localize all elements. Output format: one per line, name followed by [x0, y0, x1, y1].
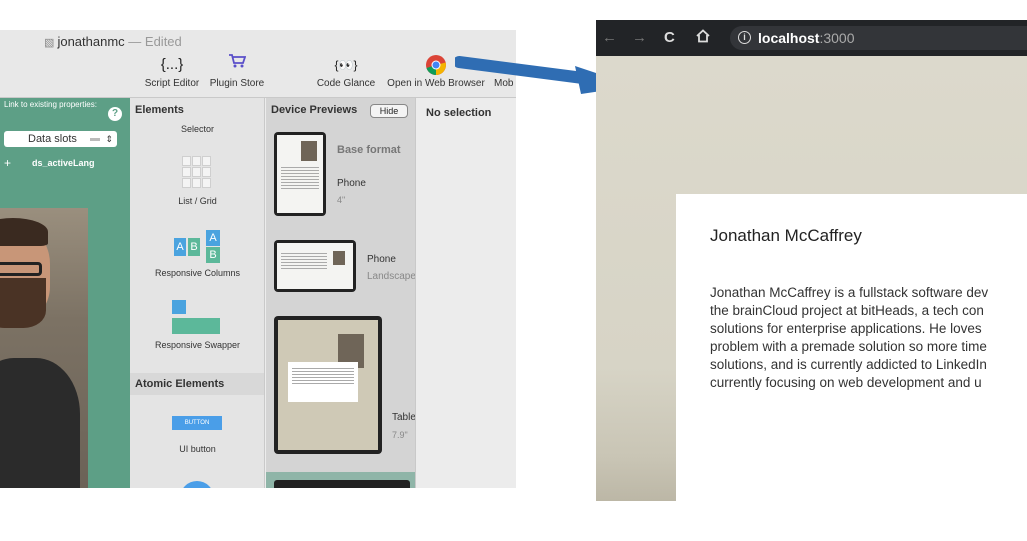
document-icon: ▧ — [44, 37, 58, 49]
plugin-store-button[interactable]: Plugin Store — [206, 52, 268, 89]
device-type-phone: Phone — [337, 178, 366, 189]
code-glance-icon: {👀} — [334, 58, 358, 72]
selector-element[interactable]: Selector — [130, 124, 265, 134]
responsive-swapper-icon[interactable] — [172, 300, 222, 334]
list-grid-element[interactable]: List / Grid — [130, 196, 265, 206]
phone-portrait-preview[interactable] — [274, 132, 326, 216]
home-icon[interactable] — [696, 29, 710, 47]
tablet-preview[interactable] — [274, 316, 382, 454]
edited-status: — Edited — [128, 34, 182, 49]
browser-window: ← → C i localhost:3000 Jonathan McCaffre… — [596, 20, 1027, 501]
forward-arrow-icon[interactable]: → — [632, 29, 647, 46]
ui-button-element[interactable]: UI button — [130, 444, 265, 454]
profile-name: Jonathan McCaffrey — [710, 226, 862, 245]
url-text: localhost:3000 — [758, 30, 855, 46]
profile-card: Jonathan McCaffrey Jonathan McCaffrey is… — [676, 194, 1027, 501]
bio-line: the brainCloud project at bitHeads, a te… — [710, 303, 984, 318]
data-slots-select[interactable]: Data slots ⇕ — [4, 131, 117, 147]
script-editor-label: Script Editor — [144, 78, 200, 89]
slot-swatch — [90, 138, 100, 141]
address-bar[interactable]: i localhost:3000 — [730, 26, 1027, 50]
atomic-elements-title: Atomic Elements — [135, 378, 225, 390]
hide-previews-button[interactable]: Hide — [370, 104, 408, 118]
device-name-tablet: Table — [392, 412, 416, 423]
device-previews-panel: Device Previews Hide Base format Phone 4… — [266, 98, 416, 488]
profile-photo — [0, 208, 88, 488]
reload-icon[interactable]: C — [664, 29, 675, 46]
device-previews-title: Device Previews — [271, 104, 358, 116]
url-port: :3000 — [819, 30, 855, 46]
stepper-icon: ⇕ — [105, 134, 113, 144]
browser-toolbar: ← → C i localhost:3000 — [596, 20, 1027, 56]
preview-selected-row[interactable] — [266, 472, 415, 488]
slot-item-active-lang[interactable]: ds_activeLang — [32, 158, 95, 168]
device-type-landscape: Landscape — [367, 271, 416, 282]
page-background: Jonathan McCaffrey Jonathan McCaffrey is… — [596, 56, 1027, 501]
no-selection-title: No selection — [426, 107, 492, 119]
help-icon[interactable]: ? — [108, 107, 122, 121]
cart-icon — [206, 52, 268, 78]
info-icon[interactable]: i — [738, 31, 751, 44]
script-editor-button[interactable]: {...} Script Editor — [140, 52, 204, 89]
code-glance-label: Code Glance — [316, 78, 376, 89]
responsive-swapper-element[interactable]: Responsive Swapper — [130, 340, 265, 350]
device-name-phone: Phone — [367, 254, 396, 265]
link-properties-header: Link to existing properties: — [4, 100, 97, 109]
data-slots-value: Data slots — [28, 133, 77, 145]
list-grid-icon[interactable] — [182, 156, 212, 188]
bio-line: Jonathan McCaffrey is a fullstack softwa… — [710, 285, 989, 300]
elements-title: Elements — [135, 104, 184, 116]
responsive-columns-element[interactable]: Responsive Columns — [130, 268, 265, 278]
toolbar: {...} Script Editor Plugin Store {👀} Cod… — [0, 52, 516, 98]
bio-line: problem with a premade solution so more … — [710, 339, 987, 354]
bio-line: solutions for enterprise applications. H… — [710, 321, 982, 336]
document-title: ▧ jonathanmc — Edited — [44, 34, 182, 49]
elements-panel: Elements Selector List / Grid A B A B Re… — [130, 98, 265, 488]
document-name: jonathanmc — [57, 34, 125, 49]
responsive-columns-icon[interactable]: A B A B — [174, 230, 222, 264]
profile-bio: Jonathan McCaffrey is a fullstack softwa… — [710, 284, 1027, 392]
inspector-panel: No selection — [417, 98, 516, 488]
bio-line: currently focusing on web development an… — [710, 375, 982, 390]
plugin-store-label: Plugin Store — [209, 78, 265, 89]
ui-button-preview[interactable]: BUTTON — [172, 416, 222, 430]
code-glance-button[interactable]: {👀} Code Glance — [314, 52, 378, 89]
phone-landscape-preview[interactable] — [274, 240, 356, 292]
braces-icon: {...} — [160, 56, 184, 73]
app-window: ▧ jonathanmc — Edited {...} Script Edito… — [0, 30, 516, 488]
title-bar: ▧ jonathanmc — Edited — [0, 30, 516, 52]
circle-element-icon[interactable] — [180, 481, 214, 488]
device-size-7-9in: 7.9" — [392, 430, 408, 440]
url-host: localhost — [758, 30, 820, 46]
properties-panel: Link to existing properties: ? Data slot… — [0, 98, 130, 488]
device-name-base-format: Base format — [337, 144, 401, 156]
add-slot-icon[interactable]: + — [4, 156, 11, 170]
bio-line: solutions, and is currently addicted to … — [710, 357, 987, 372]
atomic-elements-header: Atomic Elements — [130, 373, 264, 395]
back-arrow-icon[interactable]: ← — [602, 29, 617, 46]
device-size-4in: 4" — [337, 195, 346, 205]
